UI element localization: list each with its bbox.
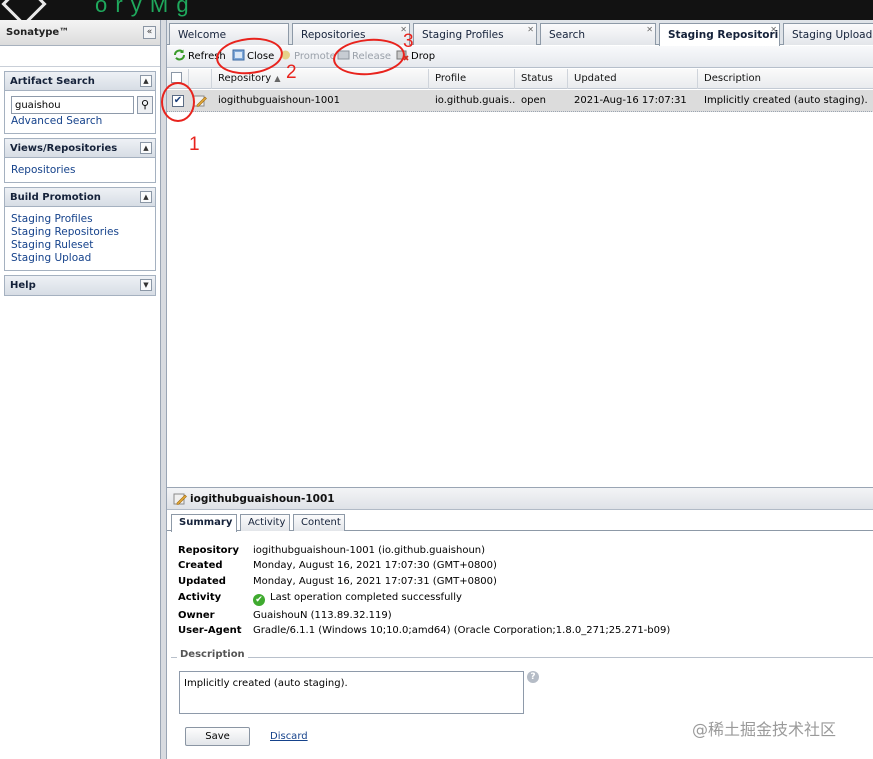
detail-header: iogithubguaishoun-1001 (167, 488, 873, 510)
sonatype-logo-icon (1, 0, 47, 20)
nav-link-repositories[interactable]: Repositories (11, 164, 149, 177)
cell-profile: io.github.guais... (435, 95, 515, 106)
help-question-icon[interactable]: ? (527, 671, 539, 683)
cell-status: open (521, 95, 546, 106)
staging-repository-icon (193, 95, 207, 107)
tab-staging-upload[interactable]: Staging Upload (783, 23, 873, 45)
close-tab-icon[interactable]: ✕ (770, 25, 777, 34)
nav-link-staging-ruleset[interactable]: Staging Ruleset (11, 239, 149, 252)
main-content-panel: Welcome Repositories ✕ Staging Profiles ✕ … (161, 20, 873, 759)
annotation-number-2: 2 (286, 62, 297, 83)
tab-search[interactable]: Search ✕ (540, 23, 656, 45)
detail-title: iogithubguaishoun-1001 (190, 493, 335, 505)
nav-link-staging-repositories[interactable]: Staging Repositories (11, 226, 149, 239)
section-toggle-up-icon[interactable]: ▲ (140, 191, 152, 203)
description-legend: Description (177, 649, 248, 660)
description-textarea[interactable]: Implicitly created (auto staging). (179, 671, 524, 714)
column-profile[interactable]: Profile (429, 69, 515, 89)
column-description[interactable]: Description (698, 69, 873, 89)
sort-ascending-icon: ▲ (274, 74, 281, 83)
artifact-search-input[interactable] (11, 96, 134, 114)
watermark-text: @稀土掘金技术社区 (692, 720, 837, 739)
nav-link-staging-profiles[interactable]: Staging Profiles (11, 213, 149, 226)
left-panel-body: Artifact Search ▲ ⚲ Advanced Search View… (0, 46, 160, 759)
discard-link[interactable]: Discard (270, 731, 308, 742)
repositories-grid-header: Repository ▲ Profile Status Updated Desc… (167, 69, 873, 89)
build-promotion-header[interactable]: Build Promotion ▲ (5, 188, 155, 207)
tab-content[interactable]: Content (293, 514, 345, 531)
cell-updated: 2021-Aug-16 17:07:31 (574, 95, 687, 106)
tab-staging-repositories[interactable]: Staging Repositori ✕ (659, 23, 780, 46)
close-tab-icon[interactable]: ✕ (527, 25, 534, 34)
description-divider (171, 657, 873, 658)
section-toggle-down-icon[interactable]: ▼ (140, 279, 152, 291)
column-status[interactable]: Status (515, 69, 568, 89)
views-repositories-title: Views/Repositories (10, 143, 118, 154)
collapse-left-panel-button[interactable]: « (143, 26, 156, 39)
top-banner: o r y M g (0, 0, 873, 20)
artifact-search-title: Artifact Search (10, 76, 95, 87)
close-tab-icon[interactable]: ✕ (646, 25, 653, 34)
build-promotion-title: Build Promotion (10, 192, 101, 203)
annotation-number-3: 3 (403, 31, 414, 52)
save-button[interactable]: Save (185, 727, 250, 746)
column-updated[interactable]: Updated (568, 69, 698, 89)
success-check-icon: ✔ (253, 594, 265, 606)
help-header[interactable]: Help ▼ (5, 276, 155, 295)
nav-link-staging-upload[interactable]: Staging Upload (11, 252, 149, 265)
tab-summary[interactable]: Summary (171, 514, 237, 532)
section-toggle-up-icon[interactable]: ▲ (140, 75, 152, 87)
table-row[interactable]: ✔ iogithubguaishoun-1001 io.github.guais… (167, 90, 873, 112)
annotation-circle-checkbox (161, 82, 195, 122)
brand-title: Sonatype™ (6, 27, 70, 38)
banner-text-fragment: o r y M g (95, 0, 190, 17)
section-toggle-up-icon[interactable]: ▲ (140, 142, 152, 154)
views-repositories-header[interactable]: Views/Repositories ▲ (5, 139, 155, 158)
left-panel-header: Sonatype™ « (0, 20, 160, 46)
artifact-search-header[interactable]: Artifact Search ▲ (5, 72, 155, 91)
tab-activity[interactable]: Activity (240, 514, 290, 531)
help-title: Help (10, 280, 36, 291)
tab-staging-profiles[interactable]: Staging Profiles ✕ (413, 23, 537, 45)
views-repositories-section: Views/Repositories ▲ Repositories (4, 138, 156, 183)
cell-repository: iogithubguaishoun-1001 (218, 95, 340, 106)
left-panel-spacer (0, 46, 160, 67)
staging-repository-icon (173, 493, 187, 505)
refresh-icon (174, 49, 185, 61)
artifact-search-section: Artifact Search ▲ ⚲ Advanced Search (4, 71, 156, 134)
annotation-number-1: 1 (189, 134, 200, 155)
build-promotion-section: Build Promotion ▲ Staging Profiles Stagi… (4, 187, 156, 271)
detail-tab-strip: Summary Activity Content (167, 511, 873, 532)
search-icon[interactable]: ⚲ (137, 96, 153, 114)
advanced-search-link[interactable]: Advanced Search (11, 115, 149, 128)
left-navigation-panel: Sonatype™ « Artifact Search ▲ ⚲ Advanced… (0, 20, 161, 759)
help-section: Help ▼ (4, 275, 156, 296)
cell-description: Implicitly created (auto staging). (704, 95, 868, 106)
icon-column (189, 69, 212, 89)
